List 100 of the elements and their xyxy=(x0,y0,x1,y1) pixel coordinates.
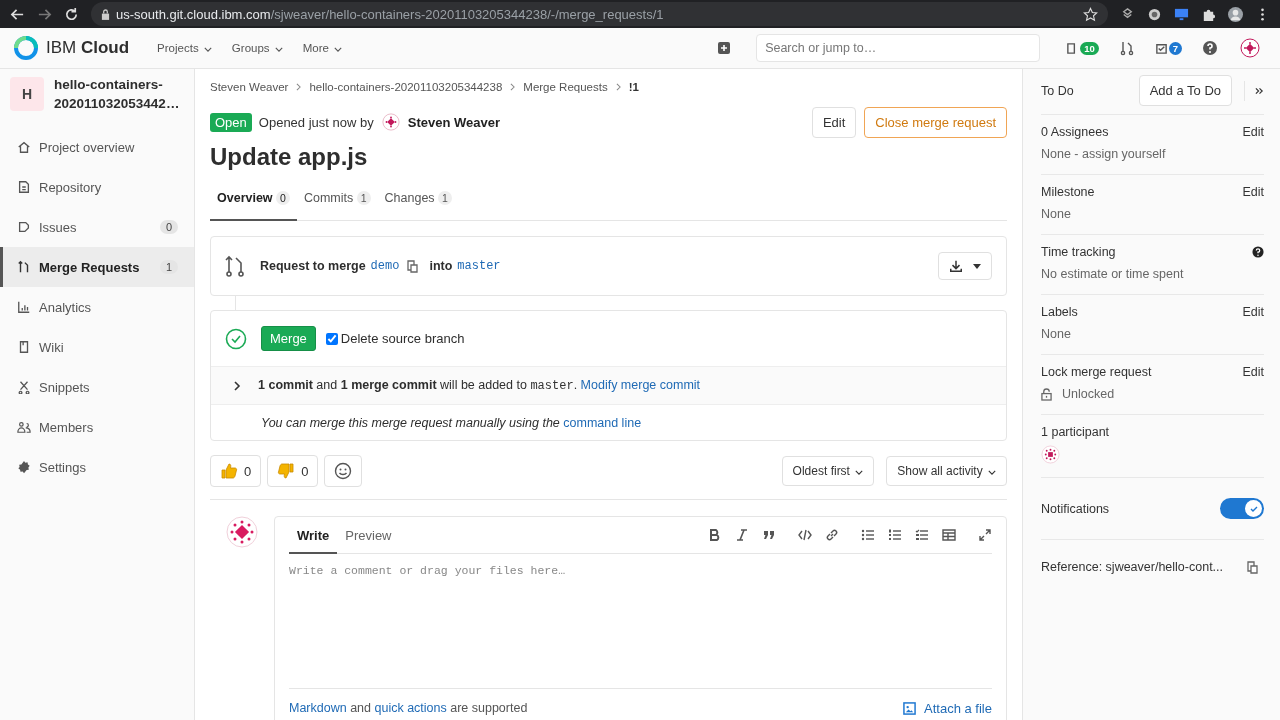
copy-icon[interactable] xyxy=(406,259,419,273)
sidebar-item[interactable]: Wiki xyxy=(0,327,194,367)
help-icon[interactable] xyxy=(1202,40,1218,56)
activity-filter-dropdown[interactable]: Show all activity xyxy=(886,456,1007,486)
table-icon[interactable] xyxy=(942,528,956,542)
image-icon xyxy=(903,701,917,715)
reload-icon[interactable] xyxy=(64,6,79,22)
bullet-list-icon[interactable] xyxy=(861,528,875,542)
checkbox-label[interactable]: Delete source branch xyxy=(340,331,465,346)
project-avatar[interactable]: H xyxy=(10,77,44,111)
tab[interactable]: Changes 1 xyxy=(377,183,459,221)
quick-actions-link[interactable]: quick actions xyxy=(374,701,447,715)
sidebar-item[interactable]: Project overview xyxy=(0,127,194,167)
participants-label: 1 participant xyxy=(1041,425,1110,439)
thumbs-up-button[interactable]: 0 xyxy=(210,455,262,487)
logo-text[interactable]: IBM Cloud xyxy=(46,38,130,58)
thumbs-down-button[interactable]: 0 xyxy=(267,455,319,487)
address-bar[interactable]: us-south.git.cloud.ibm.com/sjweaver/hello-containers-20201103205344238/-/merge_requests/1 xyxy=(91,2,1108,26)
nav-dropdown[interactable]: Groups xyxy=(227,40,287,56)
edit-link[interactable]: Edit xyxy=(1242,365,1264,379)
thumbs-up-icon xyxy=(220,462,238,480)
edit-button[interactable]: Edit xyxy=(811,106,857,138)
section-value: None - assign yourself xyxy=(1041,147,1166,161)
monitor-icon[interactable] xyxy=(1174,6,1189,22)
extension-icon[interactable] xyxy=(1147,6,1162,22)
notifications-label: Notifications xyxy=(1041,501,1110,516)
user-avatar[interactable] xyxy=(1240,38,1260,58)
merge-request-icon xyxy=(17,260,31,274)
participant-avatar[interactable] xyxy=(1041,445,1060,464)
chevron-icon xyxy=(510,83,516,91)
italic-icon[interactable] xyxy=(735,528,749,542)
numbered-list-icon[interactable] xyxy=(888,528,902,542)
fullscreen-icon[interactable] xyxy=(978,528,992,542)
search-field[interactable]: Search or jump to… xyxy=(756,34,1041,62)
gear-icon xyxy=(17,460,31,474)
breadcrumb-link[interactable]: Merge Requests xyxy=(523,81,608,93)
tab[interactable]: Overview 0 xyxy=(210,183,297,221)
author-link[interactable]: Steven Weaver xyxy=(407,114,500,130)
sort-dropdown[interactable]: Oldest first xyxy=(781,456,875,486)
caret-icon xyxy=(988,470,996,475)
download-dropdown[interactable] xyxy=(938,252,992,280)
task-list-icon[interactable] xyxy=(915,528,929,542)
tab[interactable]: Commits 1 xyxy=(296,183,378,221)
chevron-icon xyxy=(615,83,621,91)
nav-dropdown[interactable]: Projects xyxy=(153,40,216,56)
breadcrumb-link[interactable]: Steven Weaver xyxy=(210,81,289,93)
emoji-button[interactable] xyxy=(324,455,363,487)
profile-avatar[interactable] xyxy=(1228,6,1243,22)
modify-merge-commit-link[interactable]: Modify merge commit xyxy=(580,378,701,392)
lock-icon xyxy=(101,8,110,20)
help-icon[interactable] xyxy=(1252,246,1264,258)
section-value: None xyxy=(1041,207,1071,221)
manual-merge-text: You can merge this merge request manually using the command line xyxy=(261,415,642,430)
project-name[interactable]: hello-containers-202011032053442… xyxy=(54,75,194,113)
copy-icon[interactable] xyxy=(1246,560,1258,574)
section-title: Lock merge request xyxy=(1041,365,1152,379)
edit-link[interactable]: Edit xyxy=(1242,305,1264,319)
command-line-link[interactable]: command line xyxy=(563,415,642,430)
merge-request-icon[interactable] xyxy=(1118,40,1135,56)
into-text: into xyxy=(429,259,453,273)
todo-label: To Do xyxy=(1041,83,1074,98)
sidebar-item[interactable]: Settings xyxy=(0,447,194,487)
sidebar-item[interactable]: Merge Requests 1 xyxy=(0,247,194,287)
breadcrumb-link[interactable]: hello-containers-20201103205344238 xyxy=(309,81,503,93)
caret-icon xyxy=(274,47,283,52)
nav-dropdown[interactable]: More xyxy=(298,40,347,56)
sidebar-item[interactable]: Analytics xyxy=(0,287,194,327)
breadcrumb-link[interactable]: !1 xyxy=(628,81,639,93)
delete-source-checkbox[interactable] xyxy=(325,332,338,345)
source-branch-link[interactable]: demo xyxy=(370,259,400,273)
bold-icon[interactable] xyxy=(708,528,722,542)
add-todo-button[interactable]: Add a To Do xyxy=(1138,75,1232,106)
page-title: Update app.js xyxy=(210,143,369,171)
chart-icon xyxy=(17,300,31,314)
star-icon[interactable] xyxy=(1083,6,1098,22)
chevron-icon[interactable] xyxy=(233,380,241,391)
notifications-toggle[interactable] xyxy=(1220,498,1264,519)
edit-link[interactable]: Edit xyxy=(1242,185,1264,199)
link-icon[interactable] xyxy=(825,528,839,542)
edit-link[interactable]: Edit xyxy=(1242,125,1264,139)
sidebar-item[interactable]: Issues 0 xyxy=(0,207,194,247)
editor-tab[interactable]: Preview xyxy=(337,517,400,554)
scissors-icon xyxy=(17,380,31,394)
sidebar-item[interactable]: Members xyxy=(0,407,194,447)
sidebar-item[interactable]: Snippets xyxy=(0,367,194,407)
plus-icon[interactable] xyxy=(716,40,733,56)
code-icon[interactable] xyxy=(798,528,812,542)
check-circle-icon xyxy=(225,327,247,350)
author-avatar[interactable] xyxy=(381,113,400,131)
caret-icon xyxy=(334,47,343,52)
attach-file-link[interactable]: Attach a file xyxy=(903,700,992,716)
sidebar-item[interactable]: Repository xyxy=(0,167,194,207)
section-value: No estimate or time spent xyxy=(1041,267,1184,281)
markdown-link[interactable]: Markdown xyxy=(289,701,347,715)
target-branch-link[interactable]: master xyxy=(457,259,501,273)
collapse-icon[interactable] xyxy=(1255,85,1264,96)
comment-field[interactable]: Write Preview Write a comment or drag your files here… Markdown and quick actions are supported Attach a file xyxy=(274,516,1007,720)
quote-icon[interactable] xyxy=(762,528,776,542)
section-title: Milestone xyxy=(1041,185,1095,199)
logo-icon[interactable] xyxy=(14,36,38,60)
